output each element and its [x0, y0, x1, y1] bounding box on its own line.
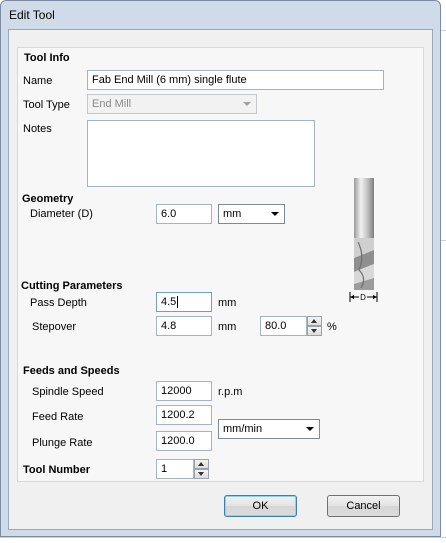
chevron-down-icon — [243, 102, 251, 106]
arrow-up-icon — [311, 319, 317, 323]
arrow-down-icon — [198, 472, 204, 476]
rate-unit-value: mm/min — [223, 423, 263, 435]
pass-depth-unit: mm — [218, 297, 237, 309]
tool-settings-panel: Tool Info Name Fab End Mill (6 mm) singl… — [17, 47, 424, 482]
name-label: Name — [23, 75, 53, 87]
feeds-and-speeds-heading: Feeds and Speeds — [23, 365, 120, 377]
diameter-field[interactable]: 6.0 — [156, 204, 212, 224]
tool-number-label: Tool Number — [23, 464, 91, 476]
tool-type-label: Tool Type — [23, 99, 70, 111]
stepover-label: Stepover — [32, 321, 77, 333]
end-mill-diagram: D — [349, 178, 378, 302]
diameter-dimension-label: D — [360, 293, 366, 302]
spindle-speed-unit: r.p.m — [218, 386, 243, 398]
feed-rate-field[interactable]: 1200.2 — [156, 405, 212, 425]
stepover-percent-spinner — [307, 316, 322, 336]
cutting-parameters-heading: Cutting Parameters — [21, 280, 123, 292]
diameter-unit-value: mm — [223, 208, 242, 220]
geometry-heading: Geometry — [22, 193, 74, 205]
spin-down-button[interactable] — [307, 326, 322, 336]
background-line — [0, 537, 446, 538]
tool-type-value: End Mill — [92, 98, 132, 110]
tool-type-select[interactable]: End Mill — [87, 94, 257, 114]
chevron-down-icon — [306, 427, 314, 431]
cancel-button[interactable]: Cancel — [327, 495, 400, 517]
feed-rate-label: Feed Rate — [32, 411, 84, 423]
pass-depth-label: Pass Depth — [30, 297, 87, 309]
stepover-percent-field[interactable]: 80.0 — [260, 316, 307, 336]
tool-number-spinner — [194, 459, 209, 479]
spindle-speed-label: Spindle Speed — [32, 386, 104, 398]
tool-number-field[interactable]: 1 — [156, 459, 194, 479]
diameter-unit-select[interactable]: mm — [218, 204, 285, 224]
pass-depth-value: 4.5 — [161, 296, 177, 308]
window-title: Edit Tool — [9, 8, 55, 22]
title-bar[interactable]: Edit Tool — [1, 1, 440, 29]
spin-down-button[interactable] — [194, 469, 209, 479]
plunge-rate-label: Plunge Rate — [32, 437, 93, 449]
background-line — [441, 240, 446, 241]
spindle-speed-field[interactable]: 12000 — [156, 381, 212, 401]
stepover-field[interactable]: 4.8 — [156, 316, 212, 336]
chevron-down-icon — [271, 212, 279, 216]
spin-up-button[interactable] — [307, 316, 322, 326]
notes-field[interactable] — [87, 120, 315, 187]
rate-unit-select[interactable]: mm/min — [218, 419, 320, 439]
edit-tool-dialog: Edit Tool Tool Info Name Fab End Mill (6… — [0, 0, 441, 537]
plunge-rate-field[interactable]: 1200.0 — [156, 431, 212, 451]
dialog-client-area: Tool Info Name Fab End Mill (6 mm) singl… — [8, 29, 433, 530]
arrow-down-icon — [311, 329, 317, 333]
ok-button[interactable]: OK — [224, 495, 297, 517]
tool-info-heading: Tool Info — [24, 52, 70, 64]
background-line — [441, 30, 446, 31]
stepover-unit: mm — [218, 321, 237, 333]
spin-up-button[interactable] — [194, 459, 209, 469]
diameter-label: Diameter (D) — [30, 208, 93, 220]
notes-label: Notes — [23, 123, 52, 135]
arrow-up-icon — [198, 462, 204, 466]
pass-depth-field[interactable]: 4.5 — [156, 292, 212, 312]
percent-sign: % — [327, 321, 337, 333]
name-field[interactable]: Fab End Mill (6 mm) single flute — [87, 70, 384, 90]
text-cursor — [177, 296, 179, 309]
